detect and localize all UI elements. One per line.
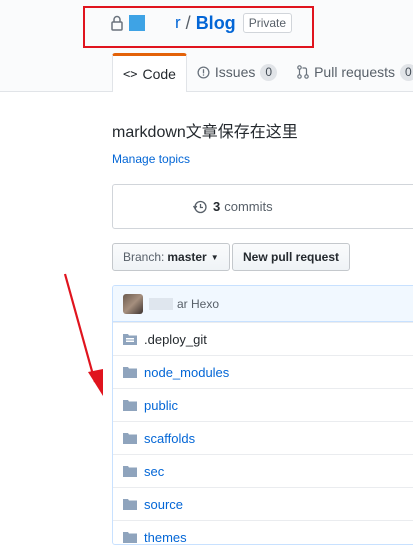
issue-icon	[197, 65, 210, 79]
owner-avatar	[129, 15, 145, 31]
file-row[interactable]: scaffolds	[113, 421, 413, 454]
folder-icon	[123, 367, 137, 378]
file-row[interactable]: node_modules	[113, 355, 413, 388]
caret-down-icon: ▼	[210, 252, 219, 262]
file-list: ar Hexo .deploy_git node_modules public …	[112, 285, 413, 545]
file-name[interactable]: public	[144, 398, 178, 413]
branch-name: master	[167, 250, 207, 264]
path-separator: /	[185, 12, 191, 33]
committer-redaction	[149, 297, 173, 310]
folder-icon	[123, 433, 137, 444]
commit-tease: ar Hexo	[113, 286, 413, 322]
file-row[interactable]: themes	[113, 520, 413, 545]
red-arrow-annotation	[63, 273, 103, 396]
file-name[interactable]: .deploy_git	[144, 332, 207, 347]
file-row[interactable]: .deploy_git	[113, 322, 413, 355]
issues-counter: 0	[260, 63, 278, 81]
code-icon: <>	[123, 67, 138, 81]
branch-prefix: Branch:	[123, 250, 165, 264]
tab-issues[interactable]: Issues 0	[187, 53, 287, 91]
pull-requests-counter: 0	[400, 63, 413, 81]
file-name[interactable]: source	[144, 497, 183, 512]
file-row[interactable]: source	[113, 487, 413, 520]
repo-title: r / Blog Private	[110, 12, 293, 34]
folder-icon	[123, 532, 137, 543]
committer-avatar	[123, 293, 143, 314]
commits-link[interactable]: 3 commits	[193, 199, 273, 214]
owner-redaction	[149, 14, 175, 32]
private-badge: Private	[242, 13, 293, 33]
folder-icon	[123, 499, 137, 510]
repo-name-link[interactable]: Blog	[196, 13, 236, 34]
branch-select-button[interactable]: Branch: master ▼	[112, 243, 230, 271]
history-icon	[193, 200, 207, 213]
repo-description: markdown文章保存在这里	[112, 124, 298, 141]
tab-pull-requests-label: Pull requests	[314, 64, 396, 80]
commits-count: 3	[213, 199, 221, 214]
file-name[interactable]: sec	[144, 464, 164, 479]
new-pull-request-button[interactable]: New pull request	[232, 243, 351, 271]
folder-icon	[123, 400, 137, 411]
repo-summary-bar: 3 commits	[112, 184, 413, 229]
lock-icon	[111, 15, 123, 31]
tab-pull-requests[interactable]: Pull requests 0	[287, 53, 413, 91]
tab-issues-label: Issues	[214, 64, 256, 80]
submodule-folder-icon	[123, 334, 137, 345]
committer-name-suffix[interactable]: ar	[177, 297, 188, 311]
manage-topics-link[interactable]: Manage topics	[112, 152, 190, 166]
file-name[interactable]: themes	[144, 530, 187, 545]
file-name[interactable]: scaffolds	[144, 431, 195, 446]
tab-code[interactable]: <> Code	[112, 53, 187, 92]
commit-message[interactable]: Hexo	[191, 297, 219, 311]
tab-code-label: Code	[142, 66, 176, 82]
folder-icon	[123, 466, 137, 477]
file-name[interactable]: node_modules	[144, 365, 229, 380]
file-row[interactable]: public	[113, 388, 413, 421]
repo-nav-tabs: <> Code Issues 0 Pull requests 0	[112, 53, 413, 92]
commits-label: commits	[224, 199, 273, 214]
repo-owner-link[interactable]: r	[175, 13, 181, 33]
pull-request-icon	[297, 65, 309, 79]
file-row[interactable]: sec	[113, 454, 413, 487]
